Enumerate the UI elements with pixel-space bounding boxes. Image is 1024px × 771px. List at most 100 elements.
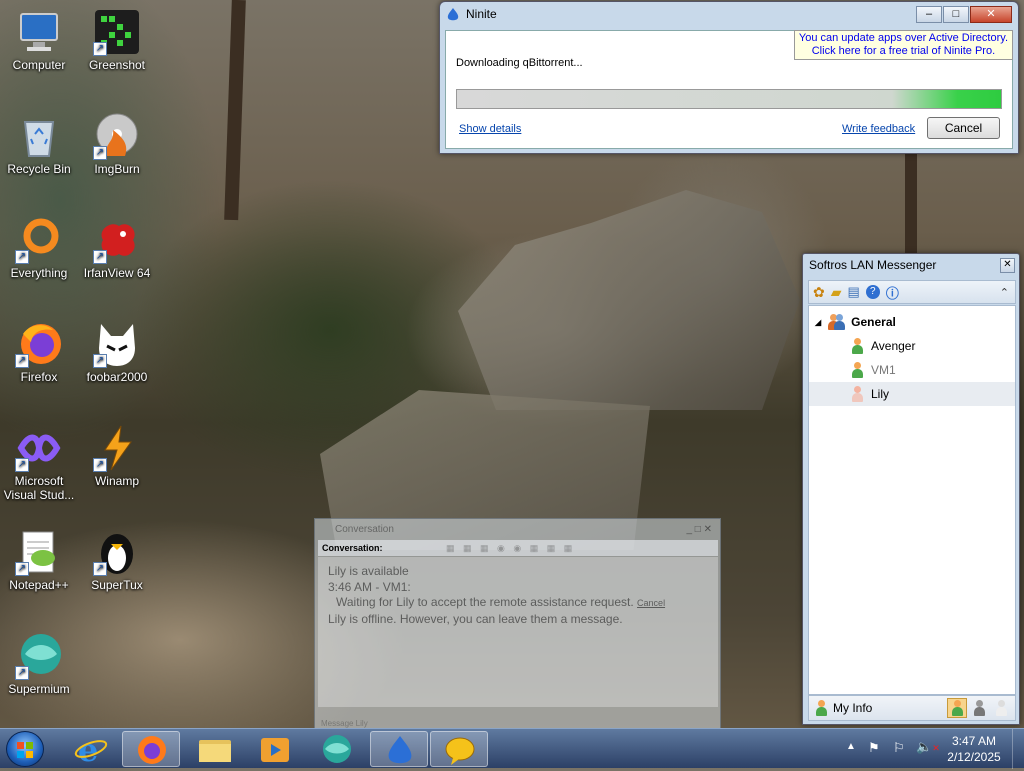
taskbar-ninite[interactable] [370,731,428,767]
clock[interactable]: 3:47 AM 2/12/2025 [942,733,1006,765]
desktop-icon-computer[interactable]: Computer [0,8,78,72]
shortcut-arrow-icon: ↗ [15,562,29,576]
taskbar-supermium[interactable] [308,731,366,767]
imgburn-icon: ↗ [93,112,141,160]
desktop-icon-foobar2000[interactable]: ↗ foobar2000 [78,320,156,384]
show-details-link[interactable]: Show details [459,123,521,135]
messenger-status-bar: My Info [808,695,1016,721]
messenger-window: Softros LAN Messenger ✕ ✿ ▰ ▤ ? ⓘ ⌃ ◢ Ge… [802,253,1020,725]
ninite-icon [447,8,459,21]
user-online-icon [851,338,863,354]
everything-icon: ↗ [15,216,63,264]
media-player-icon [261,738,289,762]
desktop-icon-recycle-bin[interactable]: Recycle Bin [0,112,78,176]
write-feedback-link[interactable]: Write feedback [842,123,915,135]
show-hidden-icons-button[interactable]: ▲ [846,741,856,752]
contact-vm1[interactable]: VM1 [809,358,1015,382]
internet-explorer-icon: e [74,731,108,769]
close-button[interactable]: ✕ [1000,257,1015,273]
supermium-icon: ↗ [15,632,63,680]
winamp-icon: ↗ [93,424,141,472]
softros-messenger-icon [445,737,475,765]
contact-avenger[interactable]: Avenger [809,334,1015,358]
contact-list: ◢ General Avenger VM1 Lily [808,305,1016,695]
ninite-titlebar[interactable]: Ninite – □ ✕ [440,2,1018,26]
taskbar-firefox[interactable] [122,731,180,767]
cancel-button[interactable]: Cancel [927,117,1000,139]
taskbar-file-explorer[interactable] [186,731,244,767]
log-line: Waiting for Lily to accept the remote as… [328,595,708,612]
messenger-titlebar[interactable]: Softros LAN Messenger ✕ [803,254,1019,276]
history-icon[interactable]: ▤ [848,284,860,300]
shortcut-arrow-icon: ↗ [93,458,107,472]
foobar2000-icon: ↗ [93,320,141,368]
conversation-toolbar-icons[interactable]: ▦ ▦ ▦ ◉ ◉ ▦ ▦ ▦ [446,540,575,556]
maximize-button[interactable]: □ [943,5,969,23]
desktop-icon-label: SuperTux [91,578,143,592]
contact-name: VM1 [871,363,896,377]
desktop-icon-supertux[interactable]: ↗ SuperTux [78,528,156,592]
desktop-icon-greenshot[interactable]: ↗ Greenshot [78,8,156,72]
conversation-header-bar: Conversation: ▦ ▦ ▦ ◉ ◉ ▦ ▦ ▦ [318,540,718,556]
status-offline-button[interactable] [991,698,1011,718]
expand-arrow-icon[interactable]: ◢ [815,318,821,327]
desktop-icon-label: Computer [12,58,66,72]
help-icon[interactable]: ? [865,285,880,299]
cancel-link[interactable]: Cancel [637,598,665,608]
windows-logo-icon [17,742,33,758]
ninite-icon [388,736,412,764]
desktop-icon-winamp[interactable]: ↗ Winamp [78,424,156,488]
shortcut-arrow-icon: ↗ [93,354,107,368]
desktop-icon-label: Greenshot [88,58,146,72]
desktop-icon-irfanview[interactable]: ↗ IrfanView 64 [78,216,156,280]
volume-muted-icon[interactable]: 🔈✕ [916,739,940,755]
start-button[interactable] [6,731,44,767]
desktop-icon-label: IrfanView 64 [83,266,151,280]
messenger-toolbar: ✿ ▰ ▤ ? ⓘ ⌃ [808,280,1016,304]
info-icon[interactable]: ⓘ [886,283,899,302]
desktop-icon-everything[interactable]: ↗ Everything [0,216,78,280]
rock-formation [458,190,800,410]
open-folder-icon[interactable]: ▰ [831,284,842,301]
conversation-footer: Message Lily [321,719,368,728]
log-line: 3:46 AM - VM1: [328,579,411,594]
user-offline-icon [851,386,863,402]
desktop-icon-notepadpp[interactable]: ↗ Notepad++ [0,528,78,592]
promo-line: Click here for a free trial of Ninite Pr… [811,45,996,57]
shortcut-arrow-icon: ↗ [93,562,107,576]
window-controls[interactable]: _ □ ✕ [686,524,712,535]
close-button[interactable]: ✕ [970,5,1012,23]
clock-date: 2/12/2025 [947,750,1001,764]
minimize-button[interactable]: – [916,5,942,23]
conversation-titlebar[interactable]: Conversation _ □ ✕ [315,519,720,539]
desktop-icon-label: ImgBurn [94,162,140,176]
show-desktop-button[interactable] [1012,729,1024,769]
desktop-icon-visual-studio[interactable]: ↗ Microsoft Visual Stud... [0,424,78,502]
my-info-label[interactable]: My Info [833,701,872,715]
taskbar-media-player[interactable] [246,731,304,767]
collapse-icon[interactable]: ⌃ [1000,286,1009,299]
taskbar-internet-explorer[interactable]: e [62,731,120,769]
contact-lily[interactable]: Lily [809,382,1015,406]
group-general[interactable]: ◢ General [809,310,1015,334]
status-away-button[interactable] [969,698,989,718]
ninite-pro-promo[interactable]: You can update apps over Active Director… [793,30,1013,60]
desktop-icon-imgburn[interactable]: ↗ ImgBurn [78,112,156,176]
taskbar: e ▲ ⚑ ⚐ 🔈✕ 3:47 AM 2/12/2025 [0,728,1024,769]
desktop-icon-label: Microsoft Visual Stud... [3,474,75,502]
taskbar-softros-messenger[interactable] [430,731,488,767]
desktop-icon-supermium[interactable]: ↗ Supermium [0,632,78,696]
flag-icon[interactable]: ⚐ [893,740,905,756]
conversation-log: Lily is available 3:46 AM - VM1: Waiting… [318,557,718,707]
ninite-status: Downloading qBittorrent... [456,57,583,69]
recycle-bin-icon [15,112,63,160]
desktop-icon-label: Firefox [20,370,58,384]
action-center-icon[interactable]: ⚑ [868,740,880,756]
desktop-icon-firefox[interactable]: ↗ Firefox [0,320,78,384]
desktop-icon-label: Winamp [94,474,139,488]
status-online-button[interactable] [947,698,967,718]
settings-icon[interactable]: ✿ [813,284,825,301]
shortcut-arrow-icon: ↗ [15,250,29,264]
log-line: Lily is available [328,564,409,578]
desktop-icon-label: Everything [10,266,68,280]
